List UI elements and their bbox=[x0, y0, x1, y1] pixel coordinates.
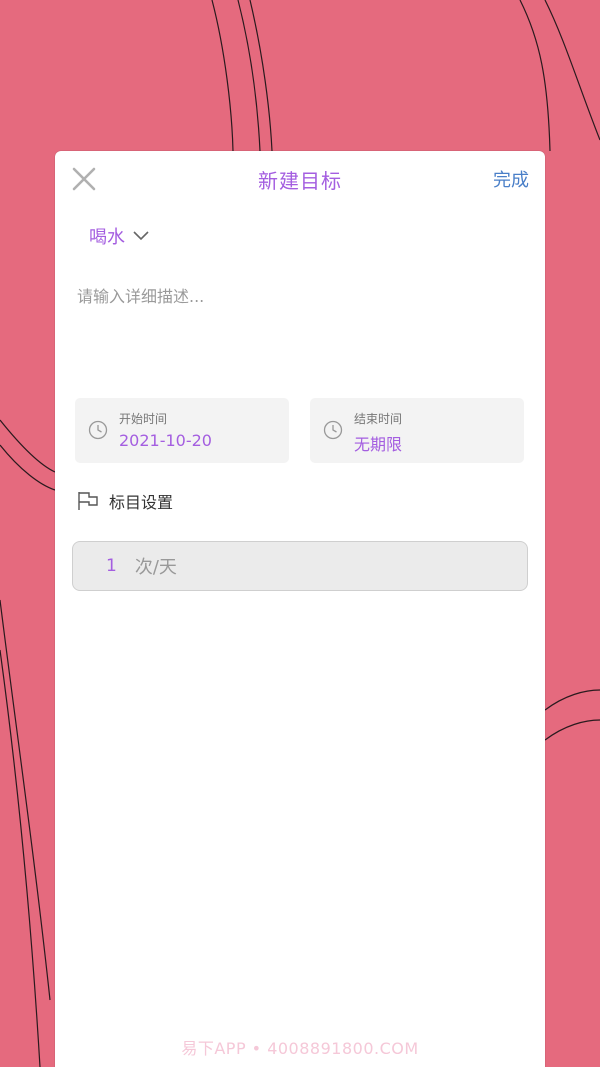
watermark: 易下APP • 4008891800.COM bbox=[181, 1039, 419, 1058]
end-time-value: 无期限 bbox=[354, 435, 403, 454]
description-input[interactable] bbox=[75, 281, 529, 375]
category-dropdown[interactable]: 喝水 bbox=[89, 223, 149, 249]
chevron-down-icon bbox=[133, 231, 149, 241]
target-count-input[interactable]: 1 次/天 bbox=[72, 541, 528, 591]
end-time-picker[interactable]: 结束时间 无期限 bbox=[310, 398, 524, 463]
clock-icon bbox=[88, 420, 108, 440]
target-setting-label: 标目设置 bbox=[109, 493, 174, 512]
done-button[interactable]: 完成 bbox=[493, 166, 529, 192]
start-time-caption: 开始时间 bbox=[119, 412, 168, 426]
new-goal-dialog: 新建目标 完成 喝水 开始时间 2021-10-20 结束时间 无期限 标目设置… bbox=[55, 151, 545, 1067]
end-time-caption: 结束时间 bbox=[354, 412, 403, 426]
start-time-picker[interactable]: 开始时间 2021-10-20 bbox=[75, 398, 289, 463]
category-label: 喝水 bbox=[89, 227, 125, 248]
target-count-unit: 次/天 bbox=[134, 557, 177, 578]
page-title: 新建目标 bbox=[258, 169, 342, 193]
target-setting-header: 标目设置 bbox=[77, 489, 173, 513]
target-count-value: 1 bbox=[106, 556, 117, 576]
flag-icon bbox=[78, 492, 98, 510]
start-time-value: 2021-10-20 bbox=[119, 431, 212, 450]
clock-icon bbox=[323, 420, 343, 440]
